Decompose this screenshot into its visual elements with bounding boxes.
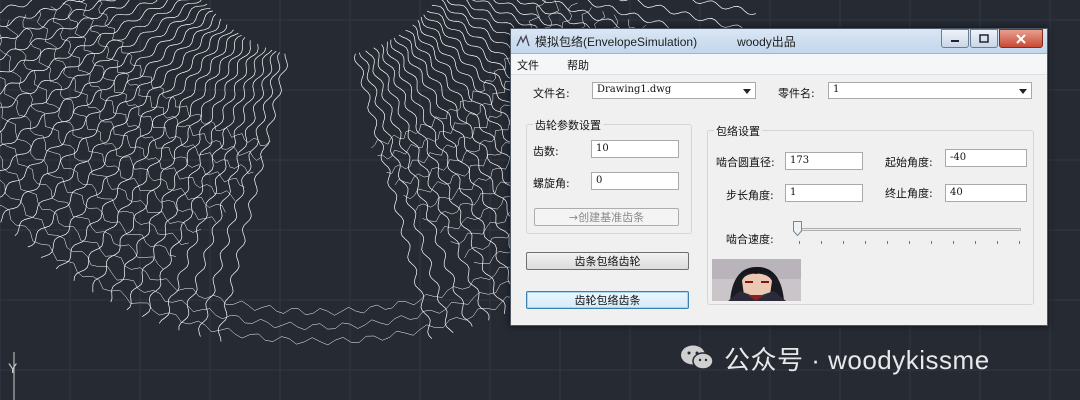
minimize-button[interactable] xyxy=(941,29,969,48)
dropdown-arrow-icon xyxy=(1019,89,1027,94)
teeth-input[interactable]: 10 xyxy=(591,140,679,158)
envelope-curve xyxy=(381,44,506,314)
step-angle-label: 步长角度: xyxy=(726,189,774,202)
envelope-curve xyxy=(126,44,259,311)
file-name-combo[interactable]: Drawing1.dwg xyxy=(592,82,756,99)
create-base-rack-button[interactable]: →创建基准齿条 xyxy=(534,208,679,226)
menu-help[interactable]: 帮助 xyxy=(567,57,589,73)
envelope-curve xyxy=(0,0,130,61)
menu-bar: 文件 帮助 xyxy=(511,54,1047,75)
watermark: 公众号 · woodykissme xyxy=(680,340,990,376)
slider-tick xyxy=(821,241,822,244)
envelope-arc xyxy=(78,0,560,161)
helix-angle-input[interactable]: 0 xyxy=(591,172,679,190)
slider-tick xyxy=(1019,241,1020,244)
envelope-curve xyxy=(158,49,273,324)
menu-file[interactable]: 文件 xyxy=(517,57,539,73)
maximize-button[interactable] xyxy=(970,29,998,48)
window-title: 模拟包络(EnvelopeSimulation) woody出品 xyxy=(535,35,796,49)
end-angle-label: 终止角度: xyxy=(885,187,933,200)
envelope-curve xyxy=(0,0,181,26)
part-name-value: 1 xyxy=(833,84,840,95)
slider-tick xyxy=(975,241,976,244)
gear-params-title: 齿轮参数设置 xyxy=(533,117,603,133)
slider-tick xyxy=(887,241,888,244)
minimize-icon xyxy=(951,39,959,42)
file-name-label: 文件名: xyxy=(533,87,570,100)
slider-tick xyxy=(865,241,866,244)
envelope-curve xyxy=(358,52,454,333)
envelope-curve xyxy=(217,53,288,342)
slider-tick xyxy=(953,241,954,244)
envelope-curve xyxy=(55,32,239,270)
wechat-icon xyxy=(681,345,714,370)
envelope-curve xyxy=(73,34,242,281)
part-name-label: 零件名: xyxy=(778,87,815,100)
mesh-diameter-input[interactable]: 173 xyxy=(785,152,863,170)
avatar-image xyxy=(712,259,801,301)
helix-angle-label: 螺旋角: xyxy=(533,177,570,190)
mesh-diameter-label: 啮合圆直径: xyxy=(716,156,775,169)
envelope-curve xyxy=(178,51,277,331)
step-angle-input[interactable]: 1 xyxy=(785,184,863,202)
y-axis-label: Y xyxy=(8,360,18,376)
envelope-curve xyxy=(0,7,211,171)
envelope-simulation-window: 模拟包络(EnvelopeSimulation) woody出品 文件 帮助 文… xyxy=(510,28,1048,326)
file-name-value: Drawing1.dwg xyxy=(597,84,672,95)
mesh-speed-slider-thumb[interactable] xyxy=(793,221,802,236)
start-angle-input[interactable]: -40 xyxy=(945,149,1027,167)
maximize-icon xyxy=(979,34,989,43)
envelope-settings-title: 包络设置 xyxy=(714,123,762,139)
title-bar[interactable]: 模拟包络(EnvelopeSimulation) woody出品 xyxy=(511,29,1047,54)
envelope-curve xyxy=(0,0,202,132)
mesh-speed-label: 啮合速度: xyxy=(726,233,774,246)
envelope-curve xyxy=(198,52,281,337)
slider-tick xyxy=(799,241,800,244)
watermark-text: 公众号 · woodykissme xyxy=(724,344,990,375)
slider-tick xyxy=(909,241,910,244)
mesh-speed-slider-track[interactable] xyxy=(799,228,1021,231)
rack-envelope-gear-button[interactable]: 齿条包络齿轮 xyxy=(526,252,689,270)
envelope-curve xyxy=(0,0,86,27)
teeth-label: 齿数: xyxy=(533,145,559,158)
gear-envelope-rack-button[interactable]: 齿轮包络齿条 xyxy=(526,291,689,309)
envelope-curve xyxy=(0,0,158,73)
slider-tick xyxy=(997,241,998,244)
envelope-curve xyxy=(692,0,756,16)
end-angle-input[interactable]: 40 xyxy=(945,184,1027,202)
start-angle-label: 起始角度: xyxy=(885,156,933,169)
close-icon xyxy=(1016,33,1026,44)
part-name-combo[interactable]: 1 xyxy=(828,82,1032,99)
close-button[interactable] xyxy=(999,29,1043,48)
slider-tick xyxy=(931,241,932,244)
dropdown-arrow-icon xyxy=(743,89,751,94)
slider-tick xyxy=(843,241,844,244)
app-icon xyxy=(516,34,530,47)
